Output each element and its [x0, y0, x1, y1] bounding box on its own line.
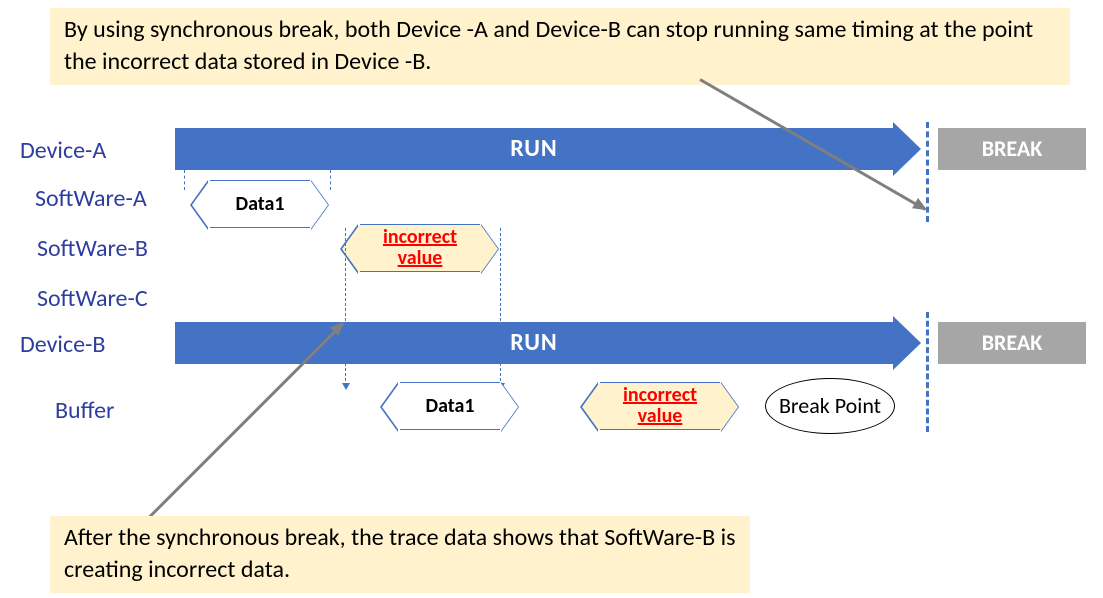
break-divider-b	[926, 312, 929, 432]
hex-text: incorrect value	[600, 385, 720, 427]
hex-text: Data1	[235, 194, 284, 215]
callout-bottom: After the synchronous break, the trace d…	[50, 516, 750, 593]
callout-top: By using synchronous break, both Device …	[50, 8, 1070, 85]
hex-data1-software-a: Data1	[210, 180, 310, 228]
run-bar-device-a: RUN	[175, 128, 893, 170]
label-software-c: SoftWare-C	[37, 284, 148, 313]
label-device-b: Device-B	[20, 330, 105, 359]
label-software-a: SoftWare-A	[35, 184, 147, 213]
breakpoint-ellipse: Break Point	[765, 378, 895, 434]
guide-line	[330, 170, 331, 190]
hex-data1-buffer: Data1	[400, 382, 500, 430]
guide-line	[500, 228, 501, 386]
hex-incorrect-buffer: incorrect value	[600, 382, 720, 430]
hex-incorrect-software-b: incorrect value	[360, 224, 480, 272]
breakpoint-text: Break Point	[779, 394, 881, 417]
label-device-a: Device-A	[20, 136, 106, 165]
run-bar-text: RUN	[175, 328, 893, 357]
hex-text: incorrect value	[360, 227, 480, 269]
label-software-b: SoftWare-B	[37, 234, 148, 263]
run-bar-text: RUN	[175, 134, 893, 163]
break-box-device-b: BREAK	[938, 322, 1086, 364]
guide-line	[184, 170, 185, 190]
break-box-device-a: BREAK	[938, 128, 1086, 170]
label-buffer: Buffer	[55, 396, 114, 425]
guide-line	[345, 228, 346, 386]
run-bar-device-b: RUN	[175, 322, 893, 364]
hex-text: Data1	[425, 396, 474, 417]
